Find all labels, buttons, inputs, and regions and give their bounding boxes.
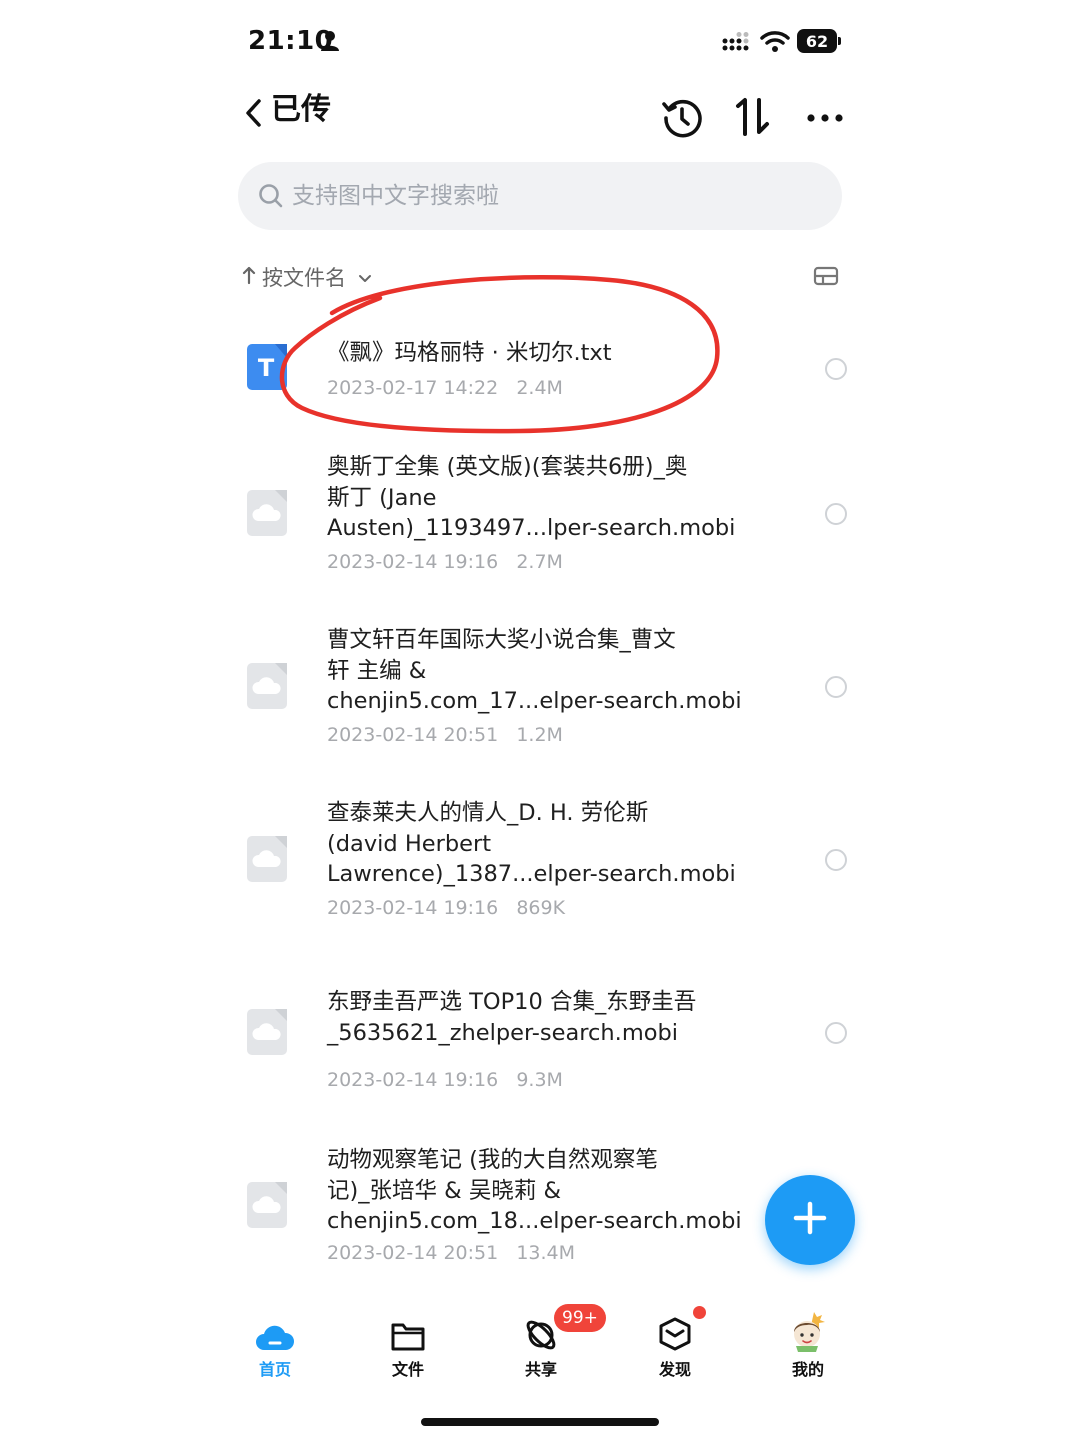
file-name: 东野圭吾严选 TOP10 合集_东野圭吾 _5635621_zhelper-se… bbox=[327, 989, 697, 1046]
wifi-icon bbox=[760, 30, 790, 56]
file-name: 查泰莱夫人的情人_D. H. 劳伦斯 (david Herbert Lawren… bbox=[327, 800, 736, 887]
red-annotation-circle bbox=[270, 268, 730, 442]
file-meta: 2023-02-14 19:16 2.7M bbox=[327, 551, 563, 573]
file-row[interactable]: 东野圭吾严选 TOP10 合集_东野圭吾 _5635621_zhelper-se… bbox=[238, 987, 858, 1097]
search-bar[interactable] bbox=[238, 162, 842, 230]
view-toggle-icon[interactable] bbox=[813, 266, 839, 290]
folder-icon bbox=[353, 1306, 463, 1352]
share-count-badge: 99+ bbox=[554, 1304, 606, 1332]
file-meta: 2023-02-14 19:16 9.3M bbox=[327, 1069, 563, 1091]
select-radio[interactable] bbox=[825, 503, 847, 525]
file-meta: 2023-02-14 19:16 869K bbox=[327, 897, 566, 919]
file-name: 动物观察笔记 (我的大自然观察笔 记)_张培华 & 吴晓莉 & chenjin5… bbox=[327, 1147, 742, 1234]
nav-home[interactable]: 首页 bbox=[220, 1306, 330, 1380]
sort-order-icon[interactable] bbox=[733, 96, 775, 142]
plus-icon bbox=[792, 1200, 828, 1240]
select-radio[interactable] bbox=[825, 358, 847, 380]
notification-dot bbox=[693, 1306, 706, 1319]
nav-home-label: 首页 bbox=[258, 1360, 291, 1379]
page-title: 已传 bbox=[271, 92, 331, 127]
nav-discover[interactable]: 发现 bbox=[620, 1306, 730, 1380]
nav-mine[interactable]: 我的 bbox=[753, 1306, 863, 1380]
avatar bbox=[753, 1306, 863, 1352]
file-name: 曹文轩百年国际大奖小说合集_曹文 轩 主编 & chenjin5.com_17.… bbox=[327, 627, 742, 714]
search-input[interactable] bbox=[292, 176, 812, 216]
select-radio[interactable] bbox=[825, 676, 847, 698]
history-icon[interactable] bbox=[661, 97, 703, 143]
person-icon bbox=[320, 30, 340, 56]
battery-indicator: 62 bbox=[797, 29, 841, 53]
file-row[interactable]: 曹文轩百年国际大奖小说合集_曹文 轩 主编 & chenjin5.com_17.… bbox=[238, 625, 858, 750]
select-radio[interactable] bbox=[825, 1022, 847, 1044]
more-options-icon[interactable] bbox=[806, 108, 844, 127]
search-icon bbox=[258, 183, 284, 213]
nav-mine-label: 我的 bbox=[791, 1360, 824, 1379]
cellular-signal-icon bbox=[722, 32, 754, 56]
cloud-file-icon bbox=[247, 490, 287, 536]
arrow-up-icon bbox=[242, 265, 256, 290]
nav-files[interactable]: 文件 bbox=[353, 1306, 463, 1380]
file-meta: 2023-02-14 20:51 1.2M bbox=[327, 724, 563, 746]
cloud-file-icon bbox=[247, 1009, 287, 1055]
cloud-file-icon bbox=[247, 836, 287, 882]
battery-level: 62 bbox=[797, 29, 837, 53]
nav-share-label: 共享 bbox=[524, 1360, 557, 1379]
back-chevron-icon[interactable] bbox=[242, 96, 264, 134]
home-indicator bbox=[421, 1418, 659, 1426]
home-cloud-icon bbox=[220, 1306, 330, 1352]
file-row[interactable]: 查泰莱夫人的情人_D. H. 劳伦斯 (david Herbert Lawren… bbox=[238, 798, 858, 923]
cloud-file-icon bbox=[247, 1182, 287, 1228]
nav-discover-label: 发现 bbox=[658, 1360, 691, 1379]
nav-files-label: 文件 bbox=[391, 1360, 424, 1379]
add-button[interactable] bbox=[765, 1175, 855, 1265]
file-row[interactable]: 动物观察笔记 (我的大自然观察笔 记)_张培华 & 吴晓莉 & chenjin5… bbox=[238, 1145, 858, 1270]
file-row[interactable]: 奥斯丁全集 (英文版)(套装共6册)_奥 斯丁 (Jane Austen)_11… bbox=[238, 452, 858, 577]
file-meta: 2023-02-14 20:51 13.4M bbox=[327, 1242, 576, 1264]
cloud-file-icon bbox=[247, 663, 287, 709]
select-radio[interactable] bbox=[825, 849, 847, 871]
file-name: 奥斯丁全集 (英文版)(套装共6册)_奥 斯丁 (Jane Austen)_11… bbox=[327, 454, 736, 541]
discover-cube-icon bbox=[620, 1306, 730, 1352]
